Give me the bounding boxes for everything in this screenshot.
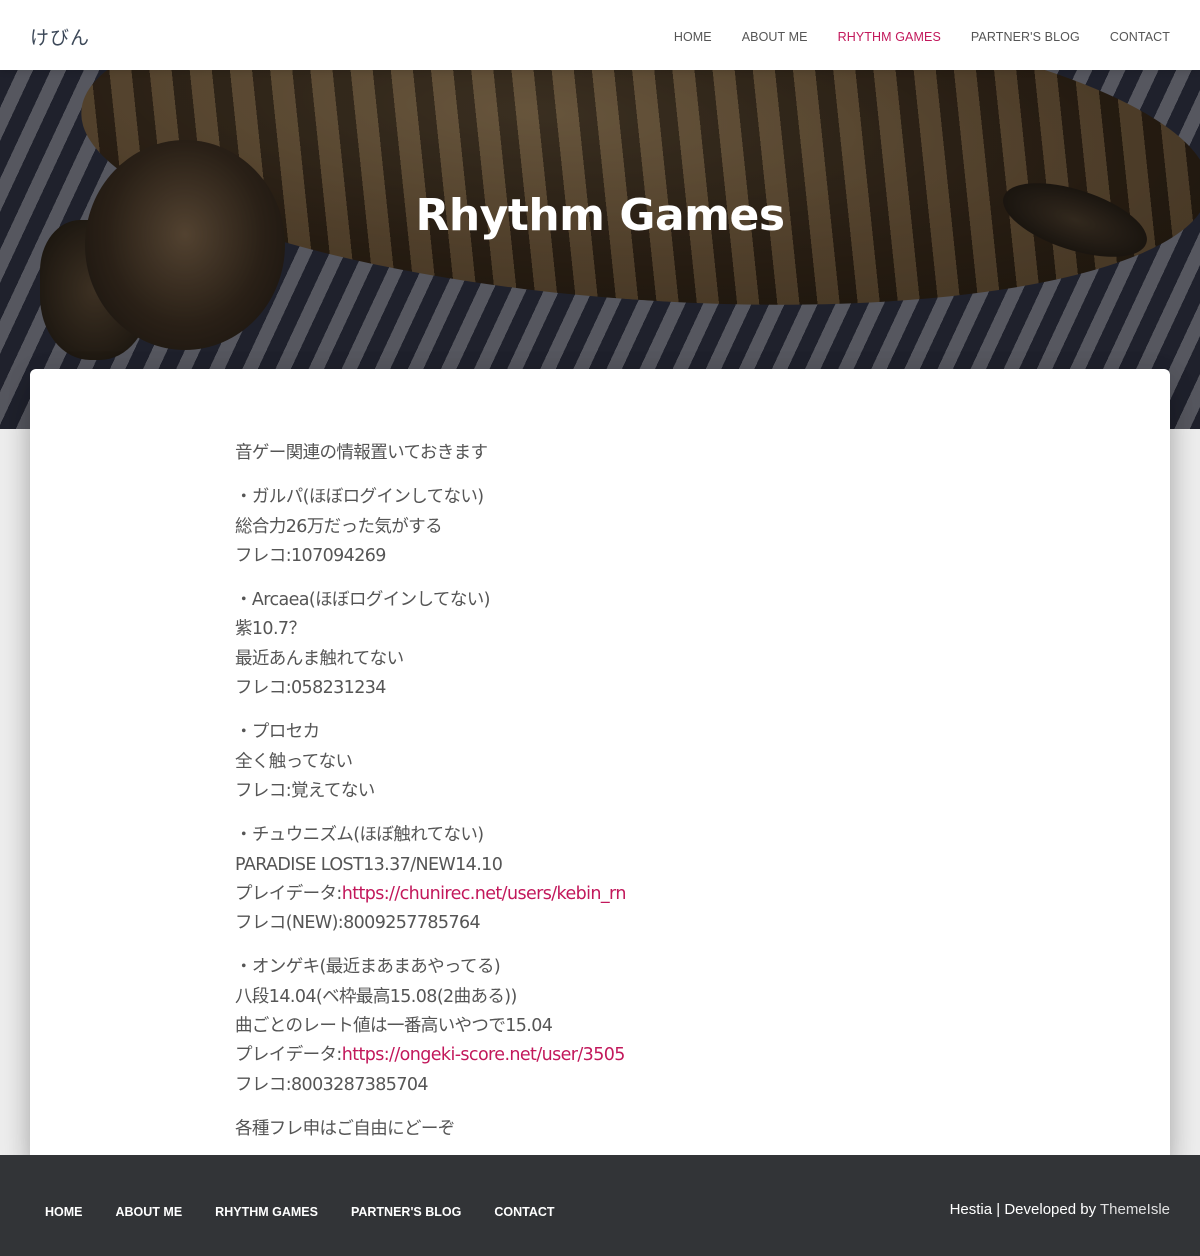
ongeki-friend-code: フレコ:8003287385704	[235, 1074, 429, 1095]
footer-nav: HOME ABOUT ME RHYTHM GAMES PARTNER'S BLO…	[45, 1201, 588, 1220]
arcaea-note: 最近あんま触れてない	[235, 648, 404, 669]
top-navbar: けびん HOME ABOUT ME RHYTHM GAMES PARTNER'S…	[0, 0, 1200, 70]
chunithm-friend-code: フレコ(NEW):8009257785764	[235, 913, 481, 934]
footer-link-rhythm-games[interactable]: RHYTHM GAMES	[215, 1205, 318, 1219]
article-outro: 各種フレ申はご自由にどーぞ	[235, 1115, 955, 1144]
arcaea-title: ・Arcaea(ほぼログインしてない)	[235, 590, 490, 611]
section-ongeki: ・オンゲキ(最近まあまあやってる) 八段14.04(ベ枠最高15.08(2曲ある…	[235, 953, 955, 1099]
intro-text: 音ゲー関連の情報置いておきます	[235, 443, 488, 463]
proseka-title: ・プロセカ	[235, 722, 320, 743]
section-chunithm: ・チュウニズム(ほぼ触れてない) PARADISE LOST13.37/NEW1…	[235, 821, 955, 938]
footer-link-contact[interactable]: CONTACT	[494, 1205, 554, 1219]
outro-text: 各種フレ申はご自由にどーぞ	[235, 1118, 455, 1139]
chunithm-title: ・チュウニズム(ほぼ触れてない)	[235, 825, 484, 846]
footer-credit-link[interactable]: ThemeIsle	[1100, 1201, 1170, 1218]
arcaea-friend-code: フレコ:058231234	[235, 678, 386, 699]
section-proseka: ・プロセカ 全く触ってない フレコ:覚えてない	[235, 718, 955, 806]
footer-credit-text: Hestia | Developed by	[949, 1201, 1100, 1218]
section-arcaea: ・Arcaea(ほぼログインしてない) 紫10.7？ 最近あんま触れてない フレ…	[235, 586, 955, 703]
main-nav: HOME ABOUT ME RHYTHM GAMES PARTNER'S BLO…	[644, 0, 1170, 70]
nav-link-about-me[interactable]: ABOUT ME	[742, 30, 808, 44]
garupa-title: ・ガルパ(ほぼログインしてない)	[235, 487, 484, 508]
nav-link-partners-blog[interactable]: PARTNER'S BLOG	[971, 30, 1080, 44]
chunithm-playdata: プレイデータ:https://chunirec.net/users/kebin_…	[235, 880, 955, 909]
nav-item-rhythm-games: RHYTHM GAMES	[838, 26, 941, 45]
ongeki-playdata-link[interactable]: https://ongeki-score.net/user/3505	[342, 1045, 626, 1065]
footer-nav-item-home: HOME	[45, 1201, 83, 1220]
nav-item-home: HOME	[674, 26, 712, 45]
footer-nav-item-contact: CONTACT	[494, 1201, 554, 1220]
ongeki-rate-note: 曲ごとのレート値は一番高いやつで15.04	[235, 1016, 553, 1037]
ongeki-rank: 八段14.04(ベ枠最高15.08(2曲ある))	[235, 986, 517, 1007]
nav-item-about-me: ABOUT ME	[742, 26, 808, 45]
footer-nav-item-about-me: ABOUT ME	[116, 1201, 183, 1220]
garupa-power: 総合力26万だった気がする	[235, 516, 443, 537]
site-brand[interactable]: けびん	[30, 23, 90, 50]
proseka-friend-code: フレコ:覚えてない	[235, 780, 375, 801]
nav-item-contact: CONTACT	[1110, 26, 1170, 45]
footer-link-partners-blog[interactable]: PARTNER'S BLOG	[351, 1205, 461, 1219]
site-footer: HOME ABOUT ME RHYTHM GAMES PARTNER'S BLO…	[0, 1155, 1200, 1256]
chunithm-rating: PARADISE LOST13.37/NEW14.10	[235, 854, 503, 875]
footer-nav-item-partners-blog: PARTNER'S BLOG	[351, 1201, 461, 1220]
footer-link-home[interactable]: HOME	[45, 1205, 83, 1219]
footer-nav-item-rhythm-games: RHYTHM GAMES	[215, 1201, 318, 1220]
garupa-friend-code: フレコ:107094269	[235, 545, 386, 566]
footer-credit: Hestia | Developed by ThemeIsle	[950, 1201, 1170, 1218]
chunithm-playdata-label: プレイデータ:	[235, 883, 342, 904]
article-body: 音ゲー関連の情報置いておきます ・ガルパ(ほぼログインしてない) 総合力26万だ…	[235, 439, 955, 1159]
page-title: Rhythm Games	[415, 190, 785, 241]
section-garupa: ・ガルパ(ほぼログインしてない) 総合力26万だった気がする フレコ:10709…	[235, 483, 955, 571]
ongeki-playdata: プレイデータ:https://ongeki-score.net/user/350…	[235, 1041, 955, 1070]
ongeki-playdata-label: プレイデータ:	[235, 1045, 342, 1066]
footer-link-about-me[interactable]: ABOUT ME	[116, 1205, 183, 1219]
ongeki-title: ・オンゲキ(最近まあまあやってる)	[235, 957, 501, 978]
chunithm-playdata-link[interactable]: https://chunirec.net/users/kebin_rn	[342, 884, 627, 904]
content-card: 音ゲー関連の情報置いておきます ・ガルパ(ほぼログインしてない) 総合力26万だ…	[30, 369, 1170, 1169]
proseka-note: 全く触ってない	[235, 751, 353, 772]
nav-item-partners-blog: PARTNER'S BLOG	[971, 26, 1080, 45]
nav-link-home[interactable]: HOME	[674, 30, 712, 44]
nav-link-rhythm-games[interactable]: RHYTHM GAMES	[838, 30, 941, 44]
article-intro: 音ゲー関連の情報置いておきます	[235, 439, 955, 468]
nav-link-contact[interactable]: CONTACT	[1110, 30, 1170, 44]
arcaea-rating: 紫10.7？	[235, 619, 306, 640]
